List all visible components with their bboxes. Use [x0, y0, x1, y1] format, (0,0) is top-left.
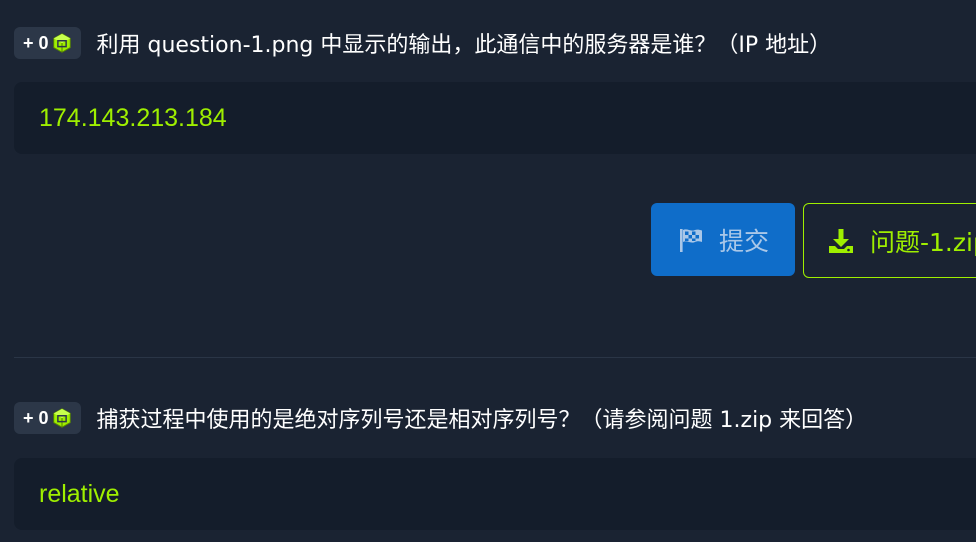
download-icon — [829, 228, 853, 253]
answer-field[interactable]: 174.143.213.184 — [14, 82, 976, 154]
answer-value: relative — [39, 479, 120, 508]
download-button[interactable]: 问题-1.zip — [803, 203, 976, 278]
question-text: 利用 question-1.png 中显示的输出，此通信中的服务器是谁？（IP … — [96, 33, 832, 58]
download-label: 问题-1.zip — [870, 227, 976, 257]
questions-panel: + 0 利用 question-1.png 中显示的输出，此通信中的服务器是谁？… — [0, 0, 976, 542]
answer-value: 174.143.213.184 — [39, 103, 227, 132]
cube-icon — [52, 33, 71, 53]
points-value: + 0 — [23, 407, 49, 428]
flag-icon — [679, 228, 702, 252]
answer-field[interactable]: relative — [14, 458, 976, 530]
cube-icon — [52, 408, 71, 428]
points-badge: + 0 — [14, 402, 81, 434]
question-header: + 0 捕获过程中使用的是绝对序列号还是相对序列号？（请参阅问题 1.zip 来… — [14, 400, 867, 436]
section-divider — [14, 357, 976, 358]
submit-label: 提交 — [718, 226, 769, 256]
question-text: 捕获过程中使用的是绝对序列号还是相对序列号？（请参阅问题 1.zip 来回答） — [96, 408, 868, 433]
points-value: + 0 — [23, 32, 49, 53]
points-badge: + 0 — [14, 27, 81, 59]
submit-button[interactable]: 提交 — [651, 203, 795, 276]
question-header: + 0 利用 question-1.png 中显示的输出，此通信中的服务器是谁？… — [14, 25, 831, 61]
